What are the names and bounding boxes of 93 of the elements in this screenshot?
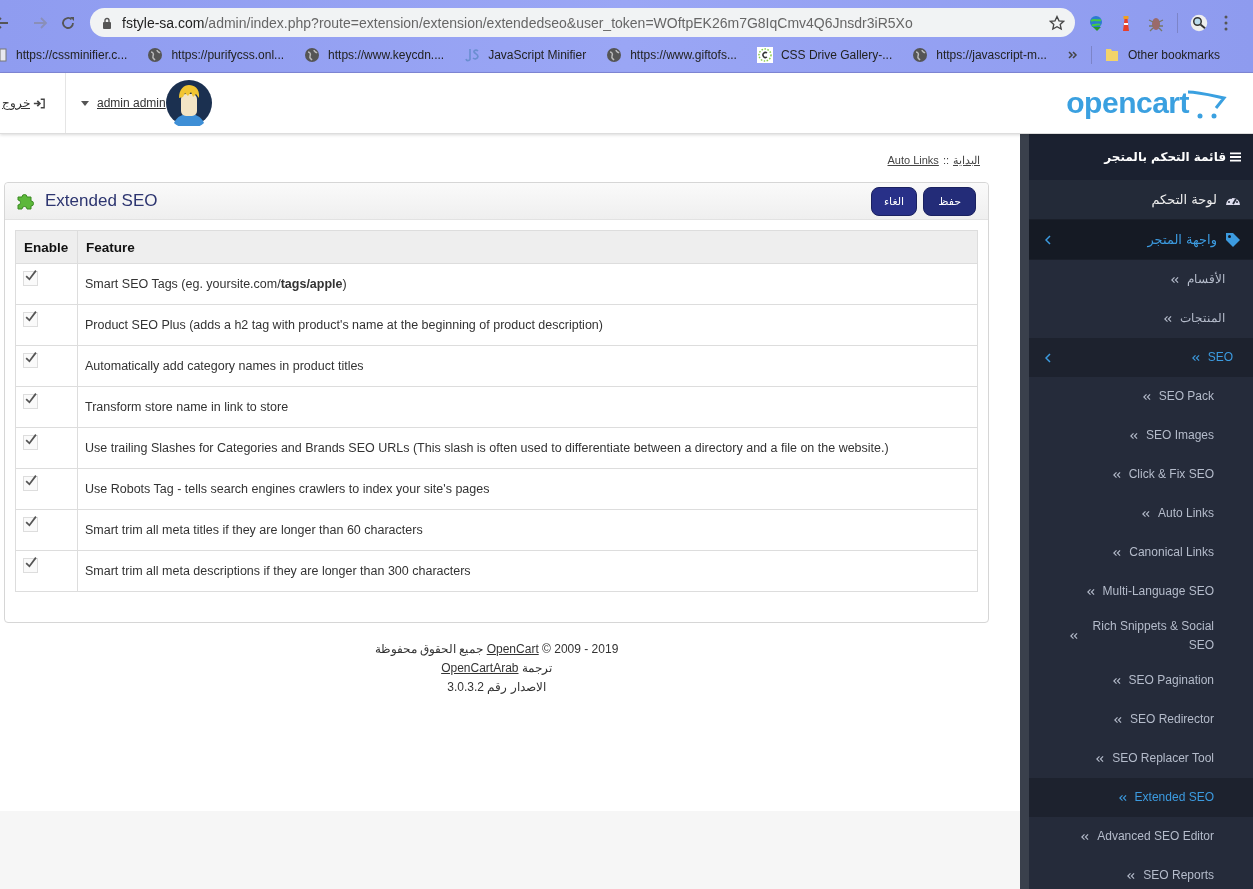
logout-link[interactable]: خروج bbox=[0, 73, 66, 133]
c-logo-icon bbox=[756, 46, 773, 63]
folder-icon bbox=[1103, 46, 1120, 63]
bookmark-item[interactable]: https://cssminifier.c... bbox=[0, 46, 128, 63]
logout-icon bbox=[33, 97, 45, 109]
sidebar-item[interactable]: Advanced SEO Editor bbox=[1029, 817, 1253, 856]
sidebar-item[interactable]: Auto Links bbox=[1029, 494, 1253, 533]
double-chevron-icon bbox=[1170, 275, 1179, 284]
sidebar-item[interactable]: Multi-Language SEO bbox=[1029, 572, 1253, 611]
double-chevron-icon bbox=[1095, 754, 1105, 763]
checkbox[interactable] bbox=[23, 517, 38, 532]
breadcrumb-link[interactable]: Auto Links bbox=[887, 154, 939, 167]
bookmark-folder[interactable]: Other bookmarks bbox=[1103, 46, 1220, 63]
column-header: Enable bbox=[15, 230, 78, 264]
globe-icon bbox=[304, 46, 321, 63]
double-chevron-icon bbox=[1163, 314, 1172, 323]
double-chevron-icon bbox=[1112, 715, 1122, 724]
table-cell: Smart trim all meta descriptions if they are longer than 300 characters bbox=[77, 550, 978, 592]
bookmark-item[interactable]: https://purifycss.onl... bbox=[147, 46, 285, 63]
double-chevron-icon bbox=[1112, 548, 1122, 557]
version-text: الاصدار رقم 3.0.3.2 bbox=[446, 679, 547, 696]
js-icon bbox=[464, 46, 481, 63]
sidebar-item[interactable]: Rich Snippets & Social SEO bbox=[1029, 611, 1253, 661]
sidebar-item[interactable]: SEO Replacer Tool bbox=[1029, 739, 1253, 778]
table-cell: Transform store name in link to store bbox=[77, 386, 978, 428]
sidebar-item[interactable]: الأقسام bbox=[1029, 260, 1253, 299]
double-chevron-icon bbox=[1080, 832, 1090, 841]
double-chevron-icon bbox=[1117, 793, 1127, 802]
cancel-button[interactable]: الغاء bbox=[870, 186, 918, 216]
sidebar-item[interactable]: Extended SEO bbox=[1029, 778, 1253, 817]
avatar-icon bbox=[165, 80, 212, 126]
column-header: Feature bbox=[77, 230, 978, 264]
bookmark-item[interactable]: JavaScript Minifier bbox=[464, 46, 587, 63]
checkbox[interactable] bbox=[23, 353, 38, 368]
url-text: fstyle-sa.com/admin/index.php?route=extension/extension/extendedseo&user_token=WOftpEK26m7G8IqCmv4Q6Jnsdr3iR5Xo bbox=[122, 14, 914, 31]
breadcrumb-separator: :: bbox=[942, 154, 949, 167]
sidebar-item[interactable]: SEO Pack bbox=[1029, 377, 1253, 416]
table-cell: Product SEO Plus (adds a h2 tag with product's name at the beginning of product description) bbox=[77, 304, 978, 346]
double-chevron-icon bbox=[1190, 353, 1200, 362]
double-chevron-icon bbox=[1140, 509, 1150, 518]
globe-icon bbox=[606, 46, 623, 63]
table-cell: Use Robots Tag - tells search engines crawlers to index your site's pages bbox=[77, 468, 978, 510]
tag-icon bbox=[1225, 231, 1241, 248]
checkbox[interactable] bbox=[23, 435, 38, 450]
sidebar-item[interactable]: واجهة المتجر bbox=[1029, 220, 1253, 260]
user-menu[interactable]: admin admin bbox=[81, 80, 212, 126]
checkbox[interactable] bbox=[23, 558, 38, 573]
sidebar-item[interactable]: Canonical Links bbox=[1029, 533, 1253, 572]
sidebar-item[interactable]: SEO Reports bbox=[1029, 856, 1253, 889]
double-chevron-icon bbox=[1111, 470, 1121, 479]
checkbox[interactable] bbox=[23, 312, 38, 327]
table-cell: Use trailing Slashes for Categories and Brands SEO URLs (This slash is often used to differentiate between a directory and a file on the website.) bbox=[77, 427, 978, 469]
checkbox[interactable] bbox=[23, 476, 38, 491]
sidebar-item[interactable]: SEO Pagination bbox=[1029, 661, 1253, 700]
globe-icon bbox=[912, 46, 929, 63]
sidebar-item[interactable]: المنتجات bbox=[1029, 299, 1253, 338]
breadcrumb-link[interactable]: البداية bbox=[953, 154, 980, 167]
double-chevron-icon bbox=[1126, 871, 1136, 880]
magnifier-icon[interactable] bbox=[1190, 13, 1208, 32]
sidebar-item[interactable]: Click & Fix SEO bbox=[1029, 455, 1253, 494]
double-chevron-icon bbox=[1128, 431, 1138, 440]
chevron-icon[interactable] bbox=[1066, 48, 1079, 61]
sidebar-title: قائمة التحكم بالمتجر bbox=[1104, 150, 1226, 164]
bookmark-item[interactable]: CSS Drive Gallery-... bbox=[756, 46, 893, 63]
menu-icon[interactable] bbox=[1224, 14, 1228, 31]
sidebar-item[interactable]: SEO bbox=[1029, 338, 1253, 377]
reload-icon[interactable] bbox=[60, 14, 76, 31]
puzzle-icon bbox=[15, 191, 35, 211]
lock-icon bbox=[102, 16, 112, 29]
translator-link[interactable]: OpenCartArab bbox=[441, 661, 519, 675]
sidebar-item[interactable]: SEO Images bbox=[1029, 416, 1253, 455]
table-cell: Smart SEO Tags (eg. yoursite.com/tags/apple) bbox=[77, 263, 978, 305]
table-cell: Automatically add category names in product titles bbox=[77, 345, 978, 387]
panel-title: Extended SEO bbox=[45, 191, 158, 211]
save-button[interactable]: حفظ bbox=[923, 186, 976, 216]
caret-icon bbox=[81, 100, 89, 106]
bookmark-item[interactable]: https://www.giftofs... bbox=[606, 46, 737, 63]
page-icon bbox=[0, 46, 8, 63]
globe-icon bbox=[147, 46, 164, 63]
double-chevron-icon bbox=[1085, 587, 1095, 596]
bookmark-item[interactable]: https://www.keycdn.... bbox=[304, 46, 445, 63]
menu-icon bbox=[1230, 152, 1241, 162]
star-icon[interactable] bbox=[1049, 14, 1065, 31]
double-chevron-icon bbox=[1111, 676, 1121, 685]
sidebar-item[interactable]: SEO Redirector bbox=[1029, 700, 1253, 739]
checkbox[interactable] bbox=[23, 394, 38, 409]
address-bar[interactable]: fstyle-sa.com/admin/index.php?route=extension/extension/extendedseo&user_token=WOftpEK26m7G8IqCmv4Q6Jnsdr3iR5Xo bbox=[90, 8, 1075, 37]
double-chevron-icon bbox=[1141, 392, 1151, 401]
opencart-link[interactable]: OpenCart bbox=[486, 642, 539, 656]
bookmark-item[interactable]: https://javascript-m... bbox=[912, 46, 1047, 63]
table-cell: Smart trim all meta titles if they are longer than 60 characters bbox=[77, 509, 978, 551]
double-chevron-icon bbox=[1069, 632, 1078, 640]
checkbox[interactable] bbox=[23, 271, 38, 286]
